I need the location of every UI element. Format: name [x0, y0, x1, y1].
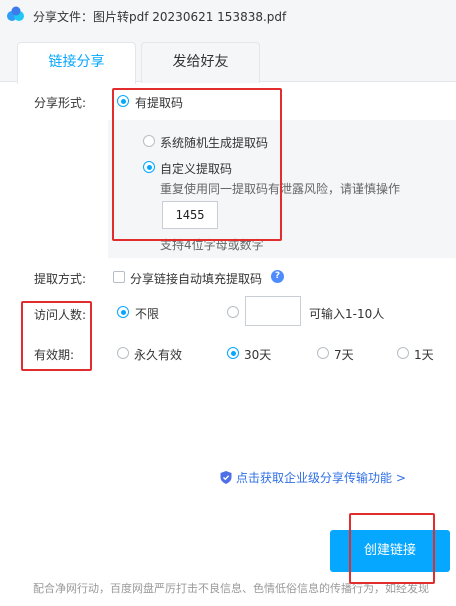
shield-icon — [220, 471, 232, 484]
radio-validity-30d[interactable] — [227, 347, 239, 359]
title-bar: 分享文件：图片转pdf 20230621 153838.pdf — [0, 0, 456, 30]
annotation-box-visitors-validity — [21, 301, 92, 371]
annotation-box-share-form — [112, 88, 282, 241]
validity-30d-label: 30天 — [244, 348, 272, 362]
tab-link-share[interactable]: 链接分享 — [17, 42, 136, 84]
tab-send-to-friend[interactable]: 发给好友 — [141, 42, 260, 83]
autofill-checkbox[interactable] — [113, 271, 125, 283]
validity-7d-label: 7天 — [334, 348, 354, 362]
promo-link-text: 点击获取企业级分享传输功能 > — [236, 471, 406, 485]
enterprise-promo-link[interactable]: 点击获取企业级分享传输功能 > — [220, 469, 406, 486]
validity-permanent-label: 永久有效 — [134, 348, 183, 362]
window-title: 分享文件：图片转pdf 20230621 153838.pdf — [33, 10, 287, 24]
annotation-box-create-button — [349, 513, 435, 584]
visitor-count-hint: 可输入1-10人 — [309, 307, 385, 321]
baidu-netdisk-logo — [7, 6, 24, 21]
validity-1d-label: 1天 — [414, 348, 434, 362]
extract-method-label: 提取方式: — [34, 272, 87, 286]
radio-validity-permanent[interactable] — [117, 347, 129, 359]
share-form-label: 分享形式: — [34, 96, 87, 110]
radio-visitors-unlimited[interactable] — [117, 306, 129, 318]
radio-validity-1d[interactable] — [397, 347, 409, 359]
visitors-unlimited-label: 不限 — [135, 307, 160, 321]
radio-visitors-limited[interactable] — [227, 306, 239, 318]
autofill-label: 分享链接自动填充提取码 — [130, 272, 263, 286]
help-icon[interactable]: ? — [271, 270, 284, 283]
radio-validity-7d[interactable] — [317, 347, 329, 359]
tab-bar: 链接分享 发给好友 — [0, 30, 456, 84]
visitor-count-input[interactable] — [245, 296, 301, 326]
